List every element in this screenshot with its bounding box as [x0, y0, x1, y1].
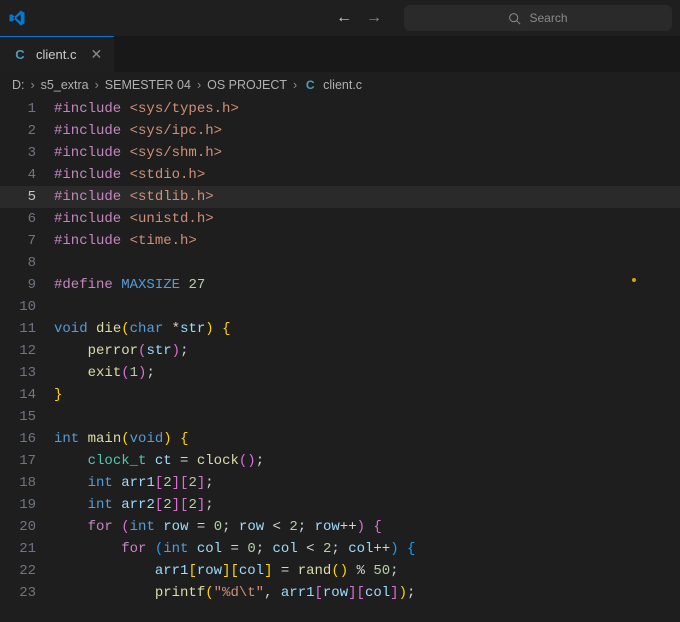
code-content[interactable]: int arr1[2][2];	[54, 472, 214, 494]
search-placeholder: Search	[529, 11, 567, 25]
code-line[interactable]: 2#include <sys/ipc.h>	[0, 120, 680, 142]
code-content[interactable]: #include <sys/ipc.h>	[54, 120, 222, 142]
line-number: 2	[0, 120, 54, 142]
chevron-right-icon: ›	[293, 78, 297, 92]
title-bar: ← → Search	[0, 0, 680, 36]
code-content[interactable]: #include <time.h>	[54, 230, 197, 252]
code-content[interactable]: for (int row = 0; row < 2; row++) {	[54, 516, 382, 538]
c-file-icon: C	[303, 78, 317, 92]
code-content[interactable]: #include <unistd.h>	[54, 208, 214, 230]
code-line[interactable]: 12 perror(str);	[0, 340, 680, 362]
line-number: 5	[0, 186, 54, 208]
line-number: 16	[0, 428, 54, 450]
chevron-right-icon: ›	[31, 78, 35, 92]
breadcrumb-part[interactable]: SEMESTER 04	[105, 78, 191, 92]
line-number: 23	[0, 582, 54, 604]
nav-arrows: ← →	[336, 10, 382, 26]
close-tab-button[interactable]: ✕	[90, 46, 102, 63]
breadcrumb-part[interactable]: D:	[12, 78, 25, 92]
minimap-warning-dot	[632, 278, 636, 282]
code-line[interactable]: 3#include <sys/shm.h>	[0, 142, 680, 164]
breadcrumb[interactable]: D: › s5_extra › SEMESTER 04 › OS PROJECT…	[0, 72, 680, 98]
code-editor[interactable]: 1#include <sys/types.h>2#include <sys/ip…	[0, 98, 680, 604]
code-content[interactable]: printf("%d\t", arr1[row][col]);	[54, 582, 415, 604]
line-number: 17	[0, 450, 54, 472]
code-content[interactable]: #include <sys/shm.h>	[54, 142, 222, 164]
code-line[interactable]: 11void die(char *str) {	[0, 318, 680, 340]
line-number: 12	[0, 340, 54, 362]
code-line[interactable]: 8	[0, 252, 680, 274]
vscode-logo-icon	[8, 9, 26, 27]
code-line[interactable]: 19 int arr2[2][2];	[0, 494, 680, 516]
code-content[interactable]: #include <stdio.h>	[54, 164, 205, 186]
code-line[interactable]: 18 int arr1[2][2];	[0, 472, 680, 494]
code-content[interactable]: for (int col = 0; col < 2; col++) {	[54, 538, 415, 560]
code-content[interactable]: arr1[row][col] = rand() % 50;	[54, 560, 399, 582]
chevron-right-icon: ›	[95, 78, 99, 92]
code-line[interactable]: 4#include <stdio.h>	[0, 164, 680, 186]
code-content[interactable]: #include <stdlib.h>	[54, 186, 214, 208]
line-number: 14	[0, 384, 54, 406]
code-content[interactable]: clock_t ct = clock();	[54, 450, 264, 472]
line-number: 13	[0, 362, 54, 384]
chevron-right-icon: ›	[197, 78, 201, 92]
code-content[interactable]: #include <sys/types.h>	[54, 98, 239, 120]
code-line[interactable]: 20 for (int row = 0; row < 2; row++) {	[0, 516, 680, 538]
code-line[interactable]: 22 arr1[row][col] = rand() % 50;	[0, 560, 680, 582]
code-content[interactable]: }	[54, 384, 62, 406]
code-line[interactable]: 13 exit(1);	[0, 362, 680, 384]
code-content[interactable]: perror(str);	[54, 340, 188, 362]
line-number: 11	[0, 318, 54, 340]
code-line[interactable]: 17 clock_t ct = clock();	[0, 450, 680, 472]
breadcrumb-part[interactable]: s5_extra	[41, 78, 89, 92]
tab-filename: client.c	[36, 47, 76, 62]
code-content[interactable]: exit(1);	[54, 362, 155, 384]
tab-client-c[interactable]: C client.c ✕	[0, 36, 114, 72]
line-number: 22	[0, 560, 54, 582]
tab-bar: C client.c ✕	[0, 36, 680, 72]
line-number: 6	[0, 208, 54, 230]
line-number: 19	[0, 494, 54, 516]
command-center-search[interactable]: Search	[404, 5, 672, 31]
nav-forward-button[interactable]: →	[366, 10, 382, 26]
line-number: 3	[0, 142, 54, 164]
line-number: 20	[0, 516, 54, 538]
line-number: 1	[0, 98, 54, 120]
code-content[interactable]: int arr2[2][2];	[54, 494, 214, 516]
line-number: 15	[0, 406, 54, 428]
code-line[interactable]: 16int main(void) {	[0, 428, 680, 450]
line-number: 9	[0, 274, 54, 296]
line-number: 7	[0, 230, 54, 252]
nav-back-button[interactable]: ←	[336, 10, 352, 26]
line-number: 8	[0, 252, 54, 274]
code-line[interactable]: 15	[0, 406, 680, 428]
code-content[interactable]: #define MAXSIZE 27	[54, 274, 205, 296]
line-number: 10	[0, 296, 54, 318]
breadcrumb-file[interactable]: client.c	[323, 78, 362, 92]
code-line[interactable]: 7#include <time.h>	[0, 230, 680, 252]
c-file-icon: C	[12, 47, 28, 63]
code-line[interactable]: 9#define MAXSIZE 27	[0, 274, 680, 296]
line-number: 4	[0, 164, 54, 186]
line-number: 21	[0, 538, 54, 560]
code-line[interactable]: 14}	[0, 384, 680, 406]
code-line[interactable]: 21 for (int col = 0; col < 2; col++) {	[0, 538, 680, 560]
search-icon	[508, 12, 521, 25]
code-content[interactable]: void die(char *str) {	[54, 318, 231, 340]
breadcrumb-part[interactable]: OS PROJECT	[207, 78, 287, 92]
code-line[interactable]: 23 printf("%d\t", arr1[row][col]);	[0, 582, 680, 604]
code-content[interactable]: int main(void) {	[54, 428, 188, 450]
code-line[interactable]: 6#include <unistd.h>	[0, 208, 680, 230]
line-number: 18	[0, 472, 54, 494]
code-line[interactable]: 1#include <sys/types.h>	[0, 98, 680, 120]
code-line[interactable]: 10	[0, 296, 680, 318]
code-line[interactable]: 5#include <stdlib.h>	[0, 186, 680, 208]
